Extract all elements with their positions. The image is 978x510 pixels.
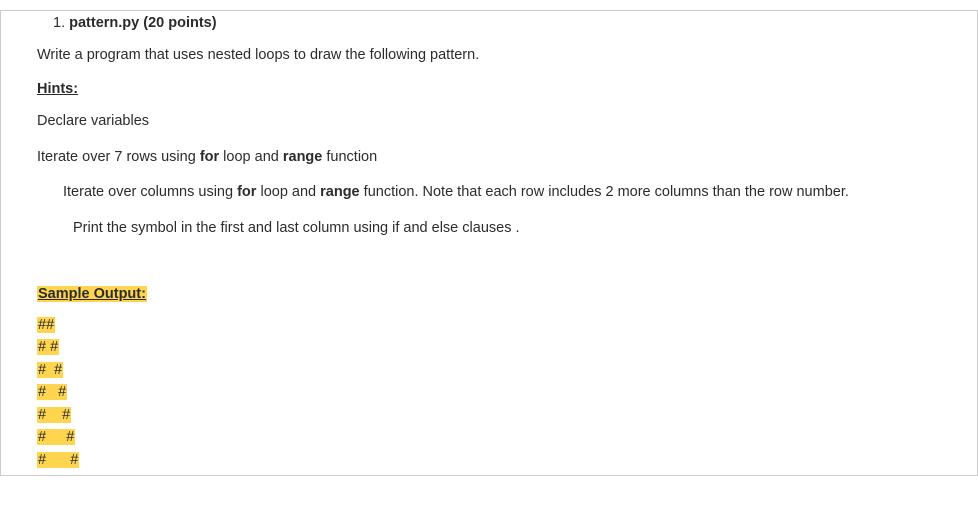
- question-container: 1. pattern.py (20 points) Write a progra…: [0, 10, 978, 476]
- hint-rows-for: for: [200, 149, 219, 165]
- output-text: # #: [37, 407, 71, 423]
- hint-cols-pre: Iterate over columns using: [63, 184, 237, 200]
- output-text: # #: [37, 384, 67, 400]
- output-line: ##: [37, 314, 941, 336]
- hints-heading: Hints:: [37, 81, 941, 97]
- question-content: 1. pattern.py (20 points) Write a progra…: [1, 11, 977, 471]
- hint-rows-range: range: [283, 149, 323, 165]
- sample-output-heading-wrap: Sample Output:: [37, 286, 941, 314]
- hint-cols-for: for: [237, 184, 256, 200]
- hint-declare-vars: Declare variables: [37, 111, 941, 133]
- title-number: 1.: [53, 15, 69, 31]
- title-text: pattern.py (20 points): [69, 15, 216, 31]
- sample-output-heading: Sample Output:: [37, 286, 147, 302]
- title-line: 1. pattern.py (20 points): [37, 15, 941, 31]
- hint-iterate-cols: Iterate over columns using for loop and …: [37, 182, 941, 204]
- output-line: # #: [37, 381, 941, 403]
- hint-rows-mid: loop and: [219, 149, 283, 165]
- output-line: # #: [37, 426, 941, 448]
- output-text: # #: [37, 452, 79, 468]
- output-text: # #: [37, 429, 75, 445]
- output-line: # #: [37, 359, 941, 381]
- output-line: # #: [37, 336, 941, 358]
- output-text: ##: [37, 317, 55, 333]
- hint-cols-post: function. Note that each row includes 2 …: [360, 184, 849, 200]
- output-line: # #: [37, 404, 941, 426]
- hint-print-symbol: Print the symbol in the first and last c…: [37, 218, 941, 240]
- hint-iterate-rows: Iterate over 7 rows using for loop and r…: [37, 147, 941, 169]
- output-text: # #: [37, 339, 59, 355]
- hint-cols-mid: loop and: [256, 184, 320, 200]
- hint-cols-range: range: [320, 184, 360, 200]
- sample-output-block: ## # # # # # # # # # # # #: [37, 314, 941, 471]
- hint-rows-post: function: [322, 149, 377, 165]
- spacer: [37, 254, 941, 286]
- instruction-text: Write a program that uses nested loops t…: [37, 45, 941, 67]
- output-line: # #: [37, 449, 941, 471]
- output-text: # #: [37, 362, 63, 378]
- hint-rows-pre: Iterate over 7 rows using: [37, 149, 200, 165]
